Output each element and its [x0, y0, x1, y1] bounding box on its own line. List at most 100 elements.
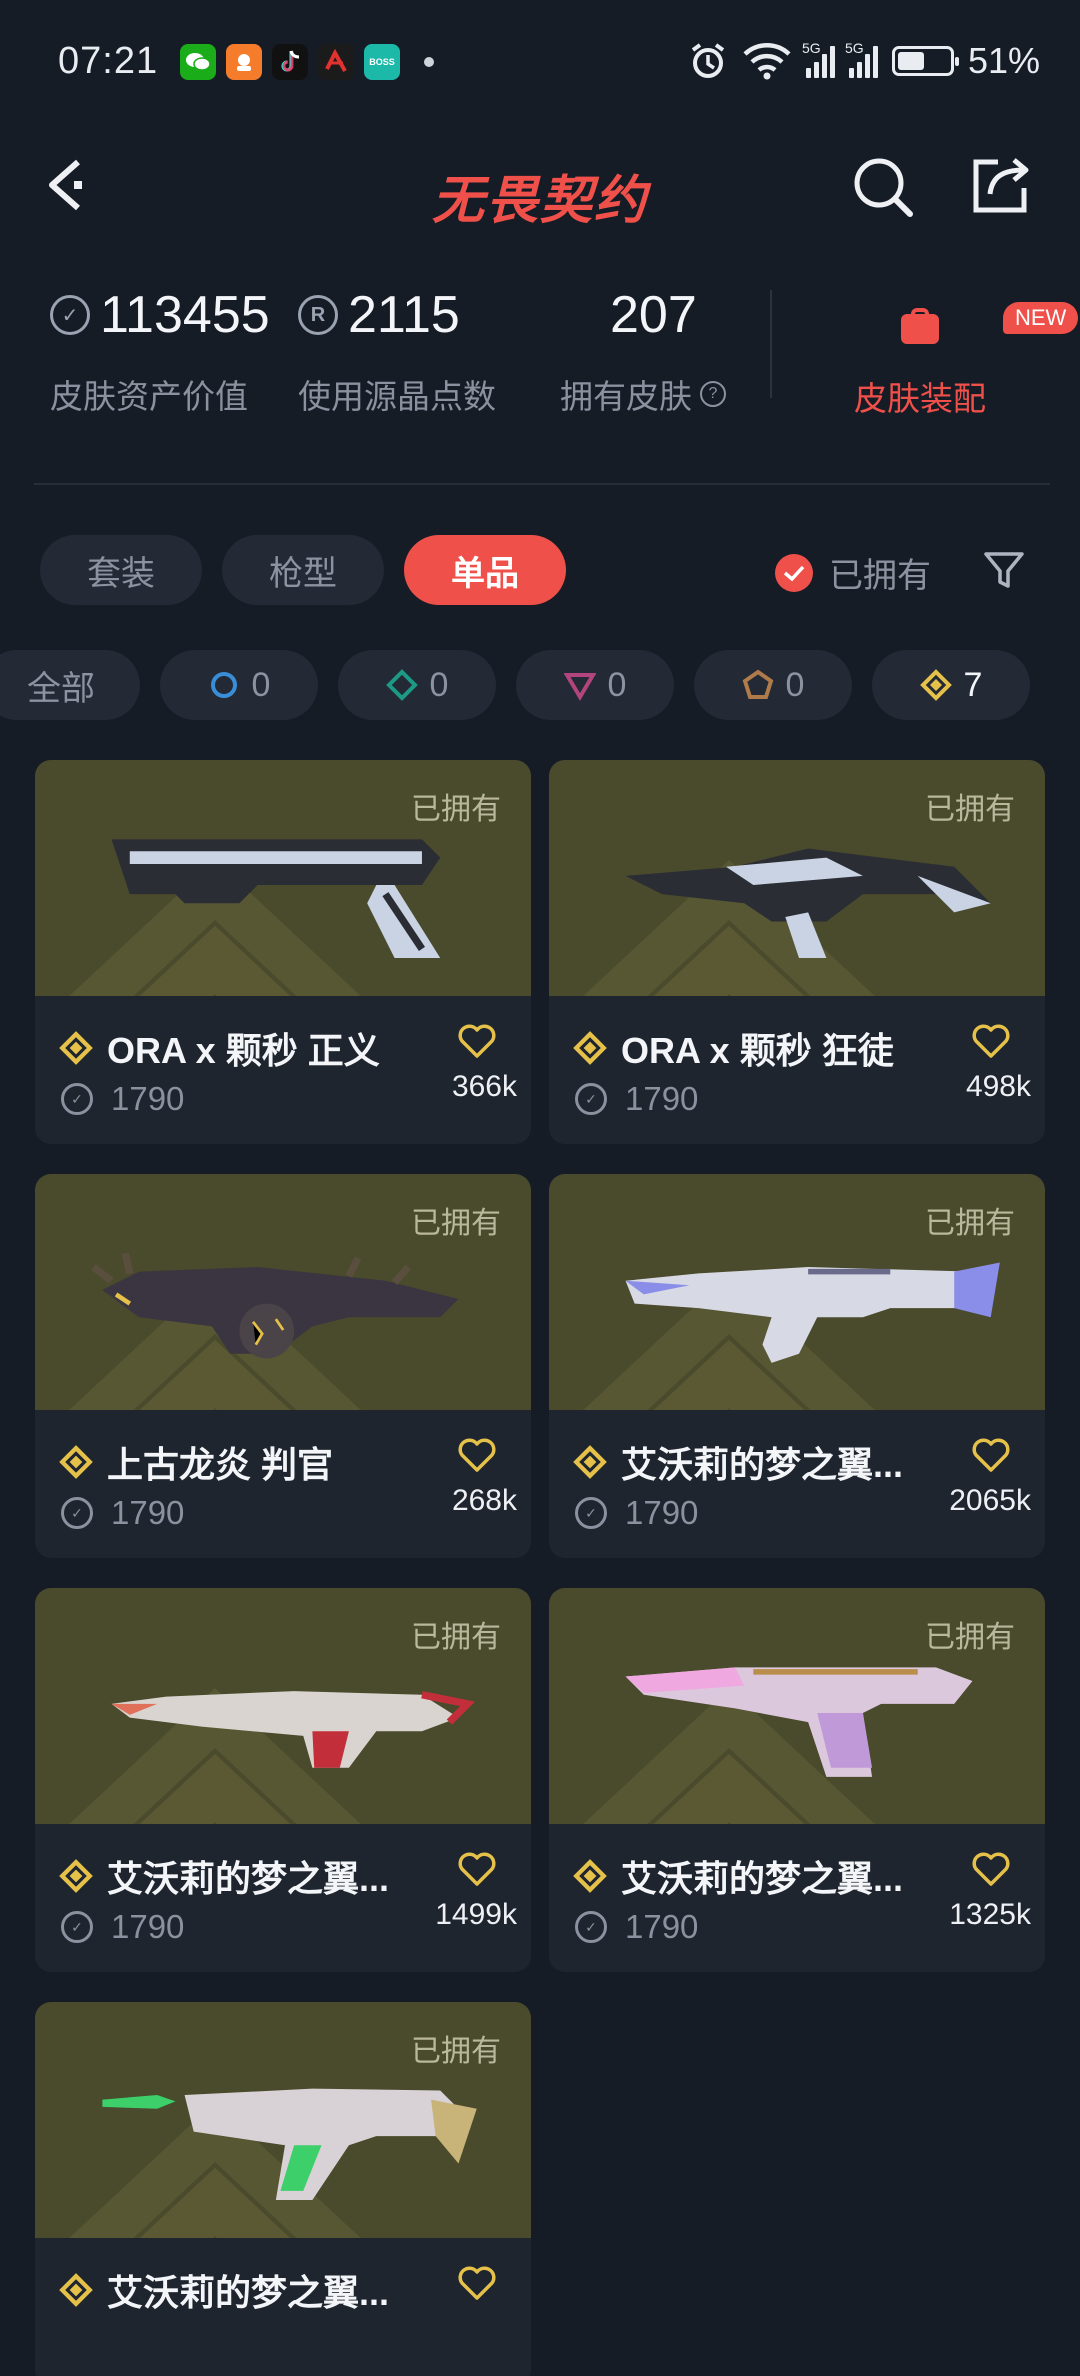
radianite-icon: R: [298, 295, 338, 335]
skin-title-row: 艾沃莉的梦之翼...: [573, 1850, 933, 1902]
owned-tag: 已拥有: [925, 1621, 1015, 1654]
tier-all-label: 全部: [27, 669, 95, 708]
tier-select-count: 0: [251, 665, 271, 704]
skin-price: 1790: [111, 1494, 185, 1531]
favorite-count: 498k: [965, 1070, 1031, 1103]
skin-price: 1790: [625, 1908, 699, 1945]
price-row: ✓ 1790: [61, 1080, 184, 1118]
section-divider: [34, 483, 1050, 485]
favorite-count: 2065k: [949, 1484, 1031, 1517]
owned-tag: 已拥有: [411, 1207, 501, 1240]
stat-points-used: R 2115 使用源晶点数: [298, 280, 496, 418]
skin-image: 已拥有: [35, 1588, 531, 1824]
favorite-count: 1325k: [949, 1898, 1031, 1931]
network-type-sim1: 5G: [801, 40, 821, 56]
app-orange-icon: [226, 44, 262, 80]
skin-image: 已拥有: [549, 760, 1045, 996]
category-tabs: 套装 枪型 单品: [40, 535, 566, 605]
tier-chip-deluxe[interactable]: 0: [338, 650, 496, 720]
help-icon[interactable]: ?: [700, 381, 726, 407]
points-used-label: 使用源晶点数: [298, 378, 496, 415]
vp-currency-icon: ✓: [575, 1911, 607, 1943]
share-button[interactable]: [968, 152, 1034, 218]
asset-value: 113455: [100, 286, 270, 344]
ultra-tier-icon: [59, 1445, 93, 1479]
favorite-heart-icon[interactable]: [971, 1436, 1011, 1474]
owned-tag: 已拥有: [925, 1207, 1015, 1240]
vp-currency-icon: ✓: [61, 1083, 93, 1115]
skin-price: 1790: [625, 1080, 699, 1117]
tier-chip-premium[interactable]: 0: [516, 650, 674, 720]
tier-exclusive-count: 0: [785, 665, 805, 704]
battery-fill: [897, 52, 925, 70]
vp-currency-icon: ✓: [61, 1911, 93, 1943]
favorite-heart-icon[interactable]: [971, 1850, 1011, 1888]
skin-name: 艾沃莉的梦之翼...: [107, 1858, 390, 1899]
skin-equip-button[interactable]: NEW 皮肤装配: [820, 280, 1079, 420]
battery-icon: [891, 46, 959, 76]
app-red-icon: [318, 44, 354, 80]
tier-chip-ultra[interactable]: 7: [872, 650, 1030, 720]
stat-asset-value: ✓ 113455 皮肤资产价值: [50, 280, 270, 418]
signal-icon-sim1: 5G: [802, 40, 835, 78]
favorite-heart-icon[interactable]: [457, 1436, 497, 1474]
page: { "status_bar": { "time": "07:21", "apps…: [0, 0, 1080, 2376]
skin-title-row: 艾沃莉的梦之翼...: [573, 1436, 933, 1488]
briefcase-icon: NEW: [899, 302, 1079, 344]
vp-currency-icon: ✓: [575, 1083, 607, 1115]
system-indicators: 5G 5G 51%: [688, 40, 1040, 82]
wifi-icon: [743, 43, 791, 80]
price-row: ✓ 1790: [61, 1908, 184, 1946]
skin-card[interactable]: 已拥有 艾沃莉的梦之翼... ✓ 1790 1499k: [35, 1588, 531, 1972]
skin-equip-label: 皮肤装配: [854, 380, 986, 417]
skin-card[interactable]: 已拥有 艾沃莉的梦之翼...: [35, 2002, 531, 2376]
stat-owned-skins[interactable]: 207 拥有皮肤?: [560, 280, 726, 418]
asset-value-label: 皮肤资产价值: [50, 378, 248, 415]
search-button[interactable]: [850, 154, 916, 220]
owned-tag: 已拥有: [411, 1621, 501, 1654]
premium-tier-icon: [563, 673, 596, 701]
skin-title-row: ORA x 颗秒 正义: [59, 1022, 419, 1074]
owned-filter-toggle[interactable]: 已拥有: [775, 548, 931, 597]
tier-filter-row: 全部 0 0 0 0 7: [0, 650, 1080, 720]
vp-currency-icon: ✓: [575, 1497, 607, 1529]
favorite-heart-icon[interactable]: [457, 2264, 497, 2302]
favorite-count: 268k: [451, 1484, 517, 1517]
ultra-tier-icon: [573, 1445, 607, 1479]
tier-chip-all[interactable]: 全部: [0, 650, 140, 720]
app-header: 无畏契约: [0, 130, 1080, 240]
tab-single-items[interactable]: 单品: [404, 535, 566, 605]
notification-icons: BOSS: [180, 44, 434, 80]
filter-button[interactable]: [982, 548, 1026, 592]
skin-image: 已拥有: [549, 1588, 1045, 1824]
vp-currency-icon: ✓: [50, 295, 90, 335]
tab-weapon-types[interactable]: 枪型: [222, 535, 384, 605]
tab-bundles[interactable]: 套装: [40, 535, 202, 605]
skin-card[interactable]: 已拥有艾沃莉的梦之翼... ✓ 1790 1325k: [549, 1588, 1045, 1972]
new-badge: NEW: [1003, 302, 1079, 334]
skin-card[interactable]: 已拥有 上古龙炎 判官 ✓ 1790 268k: [35, 1174, 531, 1558]
tier-chip-exclusive[interactable]: 0: [694, 650, 852, 720]
alarm-icon: [691, 43, 725, 78]
skin-title-row: 艾沃莉的梦之翼...: [59, 1850, 419, 1902]
skin-image: 已拥有: [549, 1174, 1045, 1410]
skin-price: 1790: [625, 1494, 699, 1531]
app-logo-title: 无畏契约: [431, 172, 648, 230]
favorite-heart-icon[interactable]: [457, 1850, 497, 1888]
status-time: 07:21: [58, 40, 159, 82]
price-row: ✓ 1790: [575, 1908, 698, 1946]
owned-tag: 已拥有: [411, 2035, 501, 2068]
share-icon: [973, 158, 1029, 213]
tier-chip-select[interactable]: 0: [160, 650, 318, 720]
favorite-heart-icon[interactable]: [971, 1022, 1011, 1060]
skin-name: ORA x 颗秒 狂徒: [621, 1030, 894, 1071]
exclusive-tier-icon: [742, 669, 773, 699]
skin-card[interactable]: 已拥有 ORA x 颗秒 狂徒 ✓ 1790 498k: [549, 760, 1045, 1144]
skin-card[interactable]: 已拥有 ORA x 颗秒 正义 ✓ 1790 366k: [35, 760, 531, 1144]
search-icon: [854, 158, 913, 217]
tier-ultra-count: 7: [963, 665, 983, 704]
favorite-heart-icon[interactable]: [457, 1022, 497, 1060]
vp-currency-icon: ✓: [61, 1497, 93, 1529]
battery-percent: 51%: [967, 40, 1040, 81]
skin-card[interactable]: 已拥有艾沃莉的梦之翼... ✓ 1790 2065k: [549, 1174, 1045, 1558]
